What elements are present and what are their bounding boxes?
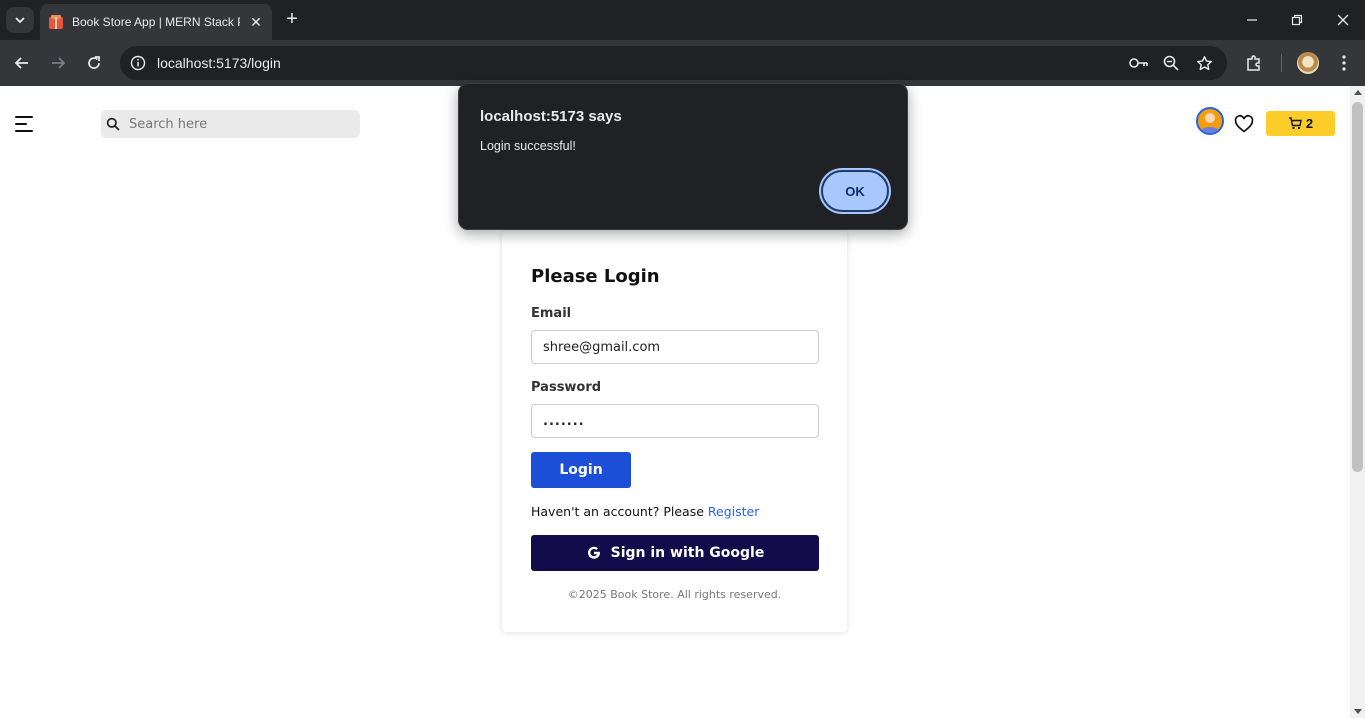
close-icon <box>1337 14 1349 26</box>
user-avatar-icon <box>1200 113 1220 133</box>
more-menu-icon[interactable] <box>1332 51 1356 75</box>
ok-button[interactable]: OK <box>821 170 889 212</box>
password-label: Password <box>531 380 602 395</box>
new-tab-button[interactable]: + <box>280 8 304 32</box>
search-bar <box>101 110 360 138</box>
email-label: Email <box>531 306 572 321</box>
reload-button[interactable] <box>82 51 106 75</box>
login-button-label: Login <box>559 462 603 478</box>
address-bar[interactable]: localhost:5173/login <box>120 46 1227 80</box>
scroll-thumb[interactable] <box>1352 102 1363 472</box>
register-prompt-text: Haven't an account? Please <box>531 504 708 519</box>
register-link[interactable]: Register <box>708 504 759 519</box>
search-icon <box>106 117 120 131</box>
restore-button[interactable] <box>1282 8 1312 32</box>
arrow-right-icon <box>52 57 66 69</box>
copyright-footer: ©2025 Book Store. All rights reserved. <box>567 588 782 601</box>
login-card: Please Login Email shree@gmail.com Passw… <box>502 231 847 632</box>
password-value: ....... <box>543 413 585 429</box>
scroll-down-icon[interactable] <box>1354 709 1362 714</box>
minimize-button[interactable] <box>1237 8 1267 32</box>
heart-icon[interactable] <box>1234 114 1254 134</box>
cart-button[interactable]: 2 <box>1266 111 1335 136</box>
cart-count: 2 <box>1305 116 1314 131</box>
browser-toolbar: localhost:5173/login <box>0 40 1365 86</box>
close-window-button[interactable] <box>1328 8 1358 32</box>
dialog-title: localhost:5173 says <box>480 108 622 125</box>
google-signin-button[interactable]: Sign in with Google <box>531 535 819 571</box>
toolbar-divider <box>1281 54 1282 72</box>
url-text: localhost:5173/login <box>157 55 281 71</box>
site-info-icon[interactable] <box>128 53 148 73</box>
arrow-left-icon <box>14 57 28 69</box>
back-button[interactable] <box>10 51 34 75</box>
chevron-down-icon <box>15 17 25 24</box>
dialog-message: Login successful! <box>480 139 576 153</box>
profile-avatar[interactable] <box>1297 52 1319 74</box>
zoom-icon[interactable] <box>1161 53 1181 73</box>
bookmark-star-icon[interactable] <box>1194 53 1214 73</box>
page-scrollbar[interactable] <box>1350 86 1365 718</box>
tab-title: Book Store App | MERN Stack P <box>72 15 240 29</box>
scroll-up-icon[interactable] <box>1354 90 1362 95</box>
extensions-icon[interactable] <box>1242 51 1266 75</box>
hamburger-menu-icon[interactable] <box>15 116 35 132</box>
ok-button-label: OK <box>845 183 865 199</box>
register-prompt: Haven't an account? Please Register <box>531 504 759 519</box>
search-input[interactable] <box>129 114 349 134</box>
book-favicon-icon <box>49 15 63 29</box>
google-icon <box>587 546 600 559</box>
login-button[interactable]: Login <box>531 452 631 488</box>
browser-tab-bar: Book Store App | MERN Stack P ✕ + <box>0 0 1365 40</box>
restore-icon <box>1291 14 1303 26</box>
password-key-icon[interactable] <box>1129 53 1149 73</box>
alert-dialog: localhost:5173 says Login successful! OK <box>458 83 908 230</box>
tab-search-button[interactable] <box>6 7 34 33</box>
reload-icon <box>88 56 100 69</box>
email-value: shree@gmail.com <box>543 339 661 355</box>
minimize-icon <box>1247 19 1257 21</box>
password-field[interactable]: ....... <box>531 404 819 438</box>
close-tab-icon[interactable]: ✕ <box>248 14 264 31</box>
email-field[interactable]: shree@gmail.com <box>531 330 819 364</box>
cart-icon <box>1288 117 1302 130</box>
forward-button[interactable] <box>46 51 70 75</box>
google-button-label: Sign in with Google <box>610 545 765 561</box>
user-avatar[interactable] <box>1196 107 1224 135</box>
browser-tab[interactable]: Book Store App | MERN Stack P ✕ <box>40 4 272 40</box>
login-title: Please Login <box>531 266 660 287</box>
